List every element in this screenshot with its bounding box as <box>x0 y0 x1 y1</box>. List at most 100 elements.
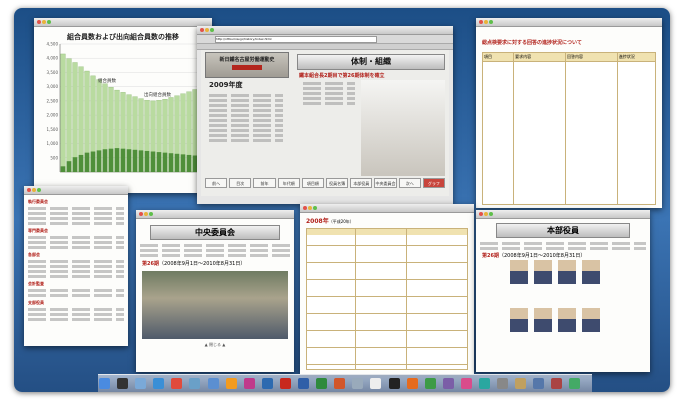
officer-list-window: 執行委員会 専門委員会 各部会 会計監査 支部役員 <box>24 186 128 346</box>
nav-item-officers[interactable]: 役員名簿 <box>326 178 349 188</box>
app-icon[interactable] <box>460 378 472 389</box>
bar-shukko <box>90 151 96 172</box>
window-controls[interactable] <box>479 212 494 218</box>
browser-titlebar[interactable] <box>197 26 453 35</box>
nav-item-hq-officers[interactable]: 本部役員 <box>350 178 373 188</box>
nav-item-central-committee[interactable]: 中央委員会 <box>374 178 397 188</box>
nav-item-by-topic[interactable]: 項目順 <box>301 178 325 188</box>
illustrator-icon[interactable] <box>225 378 237 389</box>
book-subtitle-badge <box>232 65 262 70</box>
red-heading: 鐵本組合長2期目で第26期体制を確立 <box>299 73 385 79</box>
book-title: 新日鐵名古屋労働運動史 <box>219 57 275 63</box>
nav-item-prev-year[interactable]: 前年 <box>253 178 276 188</box>
column-header-progress: 進捗状況 <box>616 52 657 62</box>
window-controls[interactable] <box>479 20 494 26</box>
hq-officers-titlebar[interactable] <box>476 210 650 219</box>
y-tick-label: 3,500 <box>47 70 59 75</box>
portrait <box>534 308 552 332</box>
year-title-row: 2008年（平成20年） <box>306 216 474 225</box>
nav-item-prev[interactable]: 前へ <box>205 178 228 188</box>
y-tick-label: 4,500 <box>47 42 59 47</box>
excel-icon[interactable] <box>316 378 328 389</box>
series-label-shukko: 出向組合員数 <box>144 91 171 98</box>
term-number: 第26期 <box>142 261 159 267</box>
safari-icon[interactable] <box>153 378 165 389</box>
bar-shukko <box>108 148 114 172</box>
bar-shukko <box>186 154 192 172</box>
textedit-icon[interactable] <box>370 378 382 389</box>
window-controls[interactable] <box>37 20 52 26</box>
portrait <box>510 308 528 332</box>
y-tick-label: 2,000 <box>47 113 59 118</box>
nav-item-next[interactable]: 次へ <box>398 178 421 188</box>
portrait-grid <box>510 260 630 332</box>
mail-icon[interactable] <box>135 378 147 389</box>
section-heading: 体制・組織 <box>351 57 391 66</box>
y-tick-label: 1,500 <box>47 127 59 132</box>
portrait <box>558 260 576 284</box>
body-text <box>299 80 359 107</box>
bar-kumiai <box>66 58 72 173</box>
year-subtitle: （平成20年） <box>328 219 354 224</box>
central-committee-titlebar[interactable] <box>136 210 294 219</box>
report-window: 総点検要求に対する回答の進捗状況について 項目 要求内容 回答内容 進捗状況 <box>476 18 662 208</box>
bar-shukko <box>72 157 78 172</box>
ical-icon[interactable] <box>171 378 183 389</box>
app-icon[interactable] <box>442 378 454 389</box>
app-icon[interactable] <box>515 378 527 389</box>
app-icon[interactable] <box>569 378 581 389</box>
officer-section-2: 専門委員会 <box>28 228 48 233</box>
app-icon[interactable] <box>497 378 509 389</box>
central-committee-title: 中央委員会 <box>195 228 235 237</box>
bar-kumiai <box>72 62 78 173</box>
report-window-titlebar[interactable] <box>476 18 662 27</box>
address-bar[interactable]: http://nttkumiai.jp/history/index.html <box>215 36 377 43</box>
dashboard-icon[interactable] <box>117 378 129 389</box>
bar-shukko <box>174 153 180 172</box>
window-controls[interactable] <box>200 28 215 34</box>
acrobat-icon[interactable] <box>279 378 291 389</box>
bar-shukko <box>156 152 162 172</box>
series-label-kumiai: 組合員数 <box>98 77 116 84</box>
year-document-titlebar[interactable] <box>300 204 474 213</box>
dock <box>98 374 592 392</box>
nav-item-contents[interactable]: 目次 <box>229 178 252 188</box>
photoshop-icon[interactable] <box>261 378 273 389</box>
firefox-icon[interactable] <box>406 378 418 389</box>
nav-item-chronological[interactable]: 年代順 <box>277 178 300 188</box>
bar-shukko <box>84 152 90 172</box>
terminal-icon[interactable] <box>388 378 400 389</box>
window-controls[interactable] <box>303 206 318 212</box>
window-controls[interactable] <box>27 188 42 194</box>
section-heading-box: 体制・組織 <box>297 54 445 70</box>
close-link[interactable]: ▲ 閉じる ▲ <box>136 342 294 348</box>
bar-shukko <box>180 154 186 172</box>
browser-window: http://nttkumiai.jp/history/index.html 新… <box>197 26 453 204</box>
finder-icon[interactable] <box>99 378 110 389</box>
powerpoint-icon[interactable] <box>334 378 346 389</box>
portrait <box>534 260 552 284</box>
iphoto-icon[interactable] <box>189 378 201 389</box>
hq-officers-title: 本部役員 <box>547 226 579 235</box>
bar-shukko <box>114 148 120 172</box>
portrait <box>510 260 528 284</box>
bar-shukko <box>162 152 168 172</box>
column-header-item: 項目 <box>481 52 515 62</box>
officer-list-titlebar[interactable] <box>24 186 128 195</box>
bar-shukko <box>150 151 156 172</box>
itunes-icon[interactable] <box>207 378 219 389</box>
window-controls[interactable] <box>139 212 154 218</box>
app-icon[interactable] <box>533 378 545 389</box>
officer-section-4: 会計監査 <box>28 281 44 286</box>
app-icon[interactable] <box>478 378 490 389</box>
chart-window-titlebar[interactable] <box>34 18 212 27</box>
preview-icon[interactable] <box>352 378 364 389</box>
officer-section-3: 各部会 <box>28 252 40 257</box>
indesign-icon[interactable] <box>243 378 255 389</box>
nav-item-graph[interactable]: グラフ <box>422 178 446 188</box>
word-icon[interactable] <box>298 378 310 389</box>
central-committee-window: 中央委員会 第26期（2008年9月1日〜2010年8月31日） ▲ 閉じる ▲ <box>136 210 294 372</box>
chrome-icon[interactable] <box>424 378 436 389</box>
term-label: 第26期（2008年9月1日〜2010年8月31日） <box>142 260 294 267</box>
app-icon[interactable] <box>551 378 563 389</box>
